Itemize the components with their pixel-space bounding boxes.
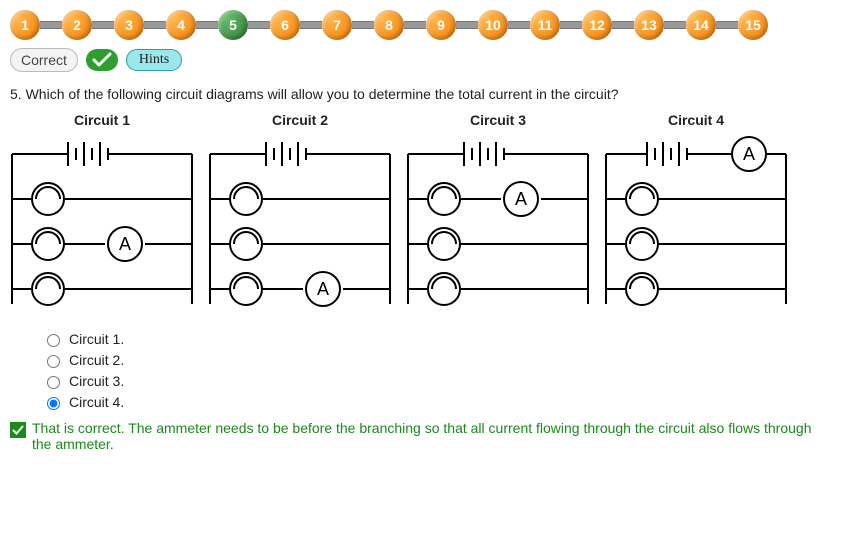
question-number: 5. [10, 86, 22, 102]
option-4-label: Circuit 4. [69, 394, 124, 410]
question-text: 5. Which of the following circuit diagra… [10, 86, 833, 102]
check-icon [86, 49, 118, 71]
ammeter-label: A [317, 279, 329, 299]
nav-bubble-5[interactable]: 5 [218, 10, 248, 40]
nav-bubble-8[interactable]: 8 [374, 10, 404, 40]
option-1-label: Circuit 1. [69, 331, 124, 347]
circuit-1-title: Circuit 1 [10, 112, 194, 128]
circuit-2-title: Circuit 2 [208, 112, 392, 128]
option-1-radio[interactable] [47, 334, 60, 347]
circuit-3-diagram: A [406, 134, 590, 314]
option-1[interactable]: Circuit 1. [42, 331, 833, 347]
circuit-3: Circuit 3 A [406, 112, 590, 317]
nav-bubble-11[interactable]: 11 [530, 10, 560, 40]
circuit-2: Circuit 2 A [208, 112, 392, 317]
circuit-2-diagram: A [208, 134, 392, 314]
question-nav: 1 2 3 4 5 6 7 8 9 10 11 12 13 14 15 [10, 10, 833, 40]
option-3[interactable]: Circuit 3. [42, 373, 833, 389]
correct-pill: Correct [10, 48, 78, 72]
feedback-text: That is correct. The ammeter needs to be… [32, 420, 833, 452]
nav-bubble-6[interactable]: 6 [270, 10, 300, 40]
nav-bubble-1[interactable]: 1 [10, 10, 40, 40]
circuit-1-diagram: A [10, 134, 194, 314]
circuit-row: Circuit 1 [10, 112, 833, 317]
option-4[interactable]: Circuit 4. [42, 394, 833, 410]
ammeter-label: A [743, 144, 755, 164]
option-2[interactable]: Circuit 2. [42, 352, 833, 368]
option-3-label: Circuit 3. [69, 373, 124, 389]
answer-options: Circuit 1. Circuit 2. Circuit 3. Circuit… [42, 331, 833, 410]
option-2-radio[interactable] [47, 355, 60, 368]
check-icon [10, 422, 26, 438]
nav-bubble-14[interactable]: 14 [686, 10, 716, 40]
nav-bubble-13[interactable]: 13 [634, 10, 664, 40]
option-4-radio[interactable] [47, 397, 60, 410]
circuit-4-diagram: A [604, 134, 788, 314]
option-3-radio[interactable] [47, 376, 60, 389]
ammeter-label: A [515, 189, 527, 209]
ammeter-label: A [119, 234, 131, 254]
circuit-4: Circuit 4 [604, 112, 788, 317]
question-body: Which of the following circuit diagrams … [26, 86, 619, 102]
nav-bubble-3[interactable]: 3 [114, 10, 144, 40]
nav-bubble-12[interactable]: 12 [582, 10, 612, 40]
circuit-1: Circuit 1 [10, 112, 194, 317]
nav-bubble-7[interactable]: 7 [322, 10, 352, 40]
hints-button[interactable]: Hints [126, 49, 182, 71]
nav-bubble-10[interactable]: 10 [478, 10, 508, 40]
option-2-label: Circuit 2. [69, 352, 124, 368]
circuit-4-title: Circuit 4 [604, 112, 788, 128]
nav-bubble-4[interactable]: 4 [166, 10, 196, 40]
nav-bubble-9[interactable]: 9 [426, 10, 456, 40]
circuit-3-title: Circuit 3 [406, 112, 590, 128]
nav-bubble-2[interactable]: 2 [62, 10, 92, 40]
status-pills: Correct Hints [10, 48, 833, 72]
feedback: That is correct. The ammeter needs to be… [10, 420, 833, 452]
nav-bubble-15[interactable]: 15 [738, 10, 768, 40]
